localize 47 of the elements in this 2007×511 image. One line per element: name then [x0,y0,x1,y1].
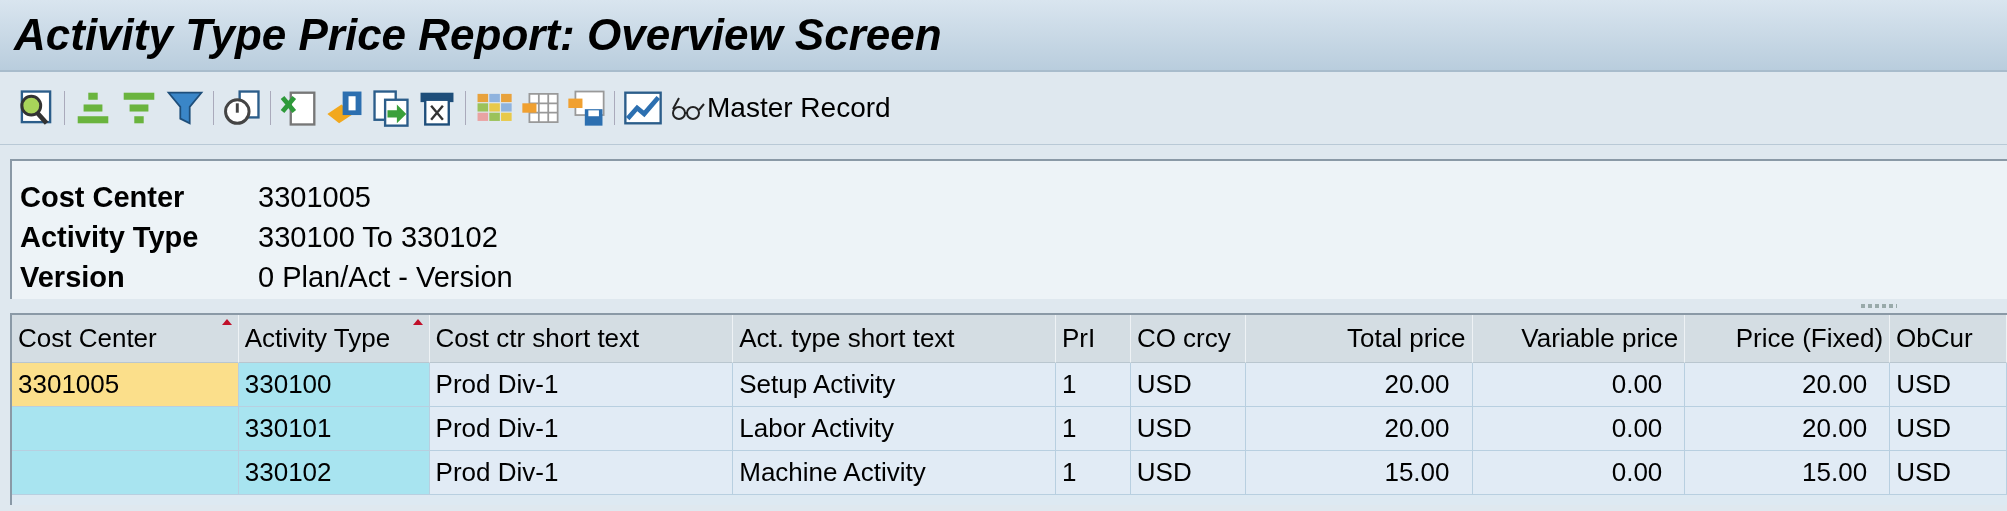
column-header[interactable]: Cost ctr short text [429,315,734,363]
column-header[interactable]: Activity Type [238,315,430,363]
table-cell: 20.00 [1685,407,1891,451]
table-cell: 3301005 [12,363,239,407]
column-header[interactable]: Total price [1245,315,1473,363]
table-cell: 0.00 [1472,407,1686,451]
column-header[interactable]: Variable price [1472,315,1686,363]
table-cell: 15.00 [1685,451,1891,495]
resize-handle[interactable] [1861,304,1897,308]
column-header[interactable]: Cost Center [12,315,239,363]
table-cell: Prod Div-1 [429,451,734,495]
table-cell: 330102 [238,451,430,495]
table-cell: Prod Div-1 [429,363,734,407]
table-cell: Machine Activity [733,451,1056,495]
table-cell: Prod Div-1 [429,407,734,451]
table-cell: Setup Activity [733,363,1056,407]
table-cell: USD [1130,363,1246,407]
field-value: 330100 To 330102 [258,220,498,255]
table-cell: 1 [1055,363,1131,407]
table-cell: 0.00 [1472,363,1686,407]
column-header[interactable]: PrI [1055,315,1131,363]
table-cell: Labor Activity [733,407,1056,451]
table-cell: 15.00 [1245,451,1473,495]
table-cell: 20.00 [1685,363,1891,407]
field-label: Cost Center [20,180,186,215]
window-title: Activity Type Price Report: Overview Screen [14,10,942,60]
table-cell: USD [1890,363,2007,407]
column-header[interactable]: ObCur [1890,315,2007,363]
table-cell: USD [1130,451,1246,495]
table-cell: 20.00 [1245,363,1473,407]
field-value: 0 Plan/Act - Version [258,260,513,295]
table-cell: 1 [1055,451,1131,495]
table-cell: USD [1890,407,2007,451]
column-header[interactable]: Price (Fixed) [1685,315,1891,363]
table-cell: 330100 [238,363,430,407]
table-cell: 20.00 [1245,407,1473,451]
master-record-button[interactable]: Master Record [667,87,893,129]
table-cell: USD [1130,407,1246,451]
field-value: 3301005 [258,180,371,215]
field-label: Activity Type [20,220,200,255]
table-cell: 0.00 [1472,451,1686,495]
field-label: Version [20,260,126,295]
table-cell: 330101 [238,407,430,451]
table-cell: USD [1890,451,2007,495]
column-header[interactable]: Act. type short text [733,315,1056,363]
table-cell: 1 [1055,407,1131,451]
column-header[interactable]: CO crcy [1130,315,1246,363]
